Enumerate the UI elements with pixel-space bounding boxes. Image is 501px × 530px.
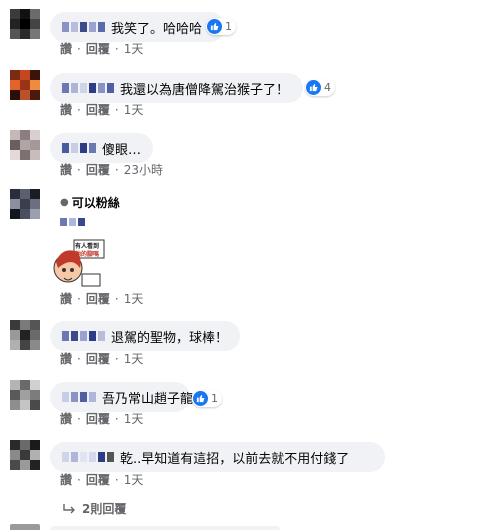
separator: · — [114, 472, 119, 487]
comment-actions: 讚 · 回覆 · 1天 — [60, 410, 143, 427]
comment-actions: 讚 · 回覆 · 1天 — [60, 290, 143, 307]
avatar[interactable] — [10, 440, 40, 470]
timestamp[interactable]: 1天 — [124, 410, 144, 427]
avatar[interactable] — [10, 380, 40, 410]
thumbs-up-icon — [306, 80, 321, 95]
thumbs-up-icon — [207, 19, 222, 34]
timestamp[interactable]: 1天 — [124, 350, 144, 367]
commenter-name[interactable] — [62, 83, 114, 93]
like-count-badge[interactable]: 1 — [192, 390, 222, 407]
reply-button[interactable]: 回覆 — [86, 290, 110, 307]
comment-actions: 讚 · 回覆 · 1天 — [60, 471, 143, 488]
avatar[interactable] — [10, 320, 40, 350]
avatar[interactable] — [10, 130, 40, 160]
comment-text: 吾乃常山趙子龍 — [102, 391, 194, 407]
separator: · — [77, 291, 81, 306]
comment-bubble: 我還以為唐僧降駕治猴子了！ — [50, 73, 303, 103]
comment-bubble: 乾..早知道有這招，以前去就不用付錢了 — [50, 442, 385, 472]
separator: · — [114, 411, 119, 426]
comment-bubble: 退駕的聖物，球棒！ — [50, 321, 240, 351]
replies-count-label: 2則回覆 — [82, 502, 127, 516]
name-blur-line — [60, 218, 85, 226]
comment-text: 退駕的聖物，球棒！ — [111, 330, 229, 346]
like-count: 1 — [225, 20, 232, 33]
view-replies-link[interactable]: 2則回覆 — [62, 500, 126, 517]
commenter-name[interactable]: ● 可以粉絲 — [60, 194, 120, 211]
separator: · — [77, 102, 81, 117]
separator: · — [77, 351, 81, 366]
next-comment-avatar-partial — [10, 524, 40, 530]
separator: · — [114, 162, 119, 177]
timestamp[interactable]: 1天 — [124, 40, 144, 57]
commenter-name[interactable] — [62, 392, 96, 402]
comment-actions: 讚 · 回覆 · 1天 — [60, 350, 143, 367]
reply-arrow-icon — [63, 503, 75, 513]
like-button[interactable]: 讚 — [60, 410, 72, 427]
commenter-name[interactable] — [62, 22, 105, 32]
separator: · — [114, 351, 119, 366]
sticker-caption-2: 他的腳嗎 — [75, 251, 100, 258]
comment-text: 乾..早知道有這招，以前去就不用付錢了 — [120, 451, 350, 467]
reply-button[interactable]: 回覆 — [86, 350, 110, 367]
separator: · — [77, 41, 81, 56]
like-button[interactable]: 讚 — [60, 101, 72, 118]
avatar[interactable] — [10, 70, 40, 100]
like-button[interactable]: 讚 — [60, 161, 72, 178]
comment-text: 我笑了。哈哈哈 — [111, 21, 203, 37]
commenter-name[interactable] — [62, 331, 105, 341]
comment-actions: 讚 · 回覆 · 23小時 — [60, 161, 163, 178]
like-count: 4 — [324, 81, 331, 94]
separator: · — [77, 411, 81, 426]
comment-bubble: 吾乃常山趙子龍 — [50, 382, 194, 412]
separator: · — [114, 41, 119, 56]
timestamp[interactable]: 1天 — [124, 471, 144, 488]
like-button[interactable]: 讚 — [60, 40, 72, 57]
commenter-name[interactable] — [62, 452, 114, 462]
timestamp[interactable]: 1天 — [124, 101, 144, 118]
reply-button[interactable]: 回覆 — [86, 101, 110, 118]
comment-text: 傻眼… — [102, 142, 142, 158]
separator: · — [114, 291, 119, 306]
next-comment-bubble-partial — [50, 526, 280, 530]
comment-bubble: 我笑了。哈哈哈 — [50, 12, 225, 42]
comment-bubble: 傻眼… — [50, 133, 153, 163]
comment-text: 我還以為唐僧降駕治猴子了！ — [120, 82, 290, 98]
commenter-name[interactable] — [62, 143, 96, 153]
comment-actions: 讚 · 回覆 · 1天 — [60, 40, 143, 57]
reply-button[interactable]: 回覆 — [86, 40, 110, 57]
sticker-image[interactable]: 有人看到 他的腳嗎 — [52, 238, 106, 288]
reply-button[interactable]: 回覆 — [86, 471, 110, 488]
timestamp[interactable]: 1天 — [124, 290, 144, 307]
thumbs-up-icon — [193, 391, 208, 406]
separator: · — [114, 102, 119, 117]
separator: · — [77, 162, 81, 177]
like-button[interactable]: 讚 — [60, 471, 72, 488]
like-count-badge[interactable]: 1 — [206, 18, 236, 35]
comment-actions: 讚 · 回覆 · 1天 — [60, 101, 143, 118]
avatar[interactable] — [10, 189, 40, 219]
like-button[interactable]: 讚 — [60, 290, 72, 307]
like-count-badge[interactable]: 4 — [305, 79, 335, 96]
like-count: 1 — [211, 392, 218, 405]
avatar[interactable] — [10, 9, 40, 39]
reply-button[interactable]: 回覆 — [86, 161, 110, 178]
like-button[interactable]: 讚 — [60, 350, 72, 367]
timestamp[interactable]: 23小時 — [124, 161, 163, 178]
separator: · — [77, 472, 81, 487]
reply-button[interactable]: 回覆 — [86, 410, 110, 427]
globe-icon: ● — [60, 197, 69, 208]
